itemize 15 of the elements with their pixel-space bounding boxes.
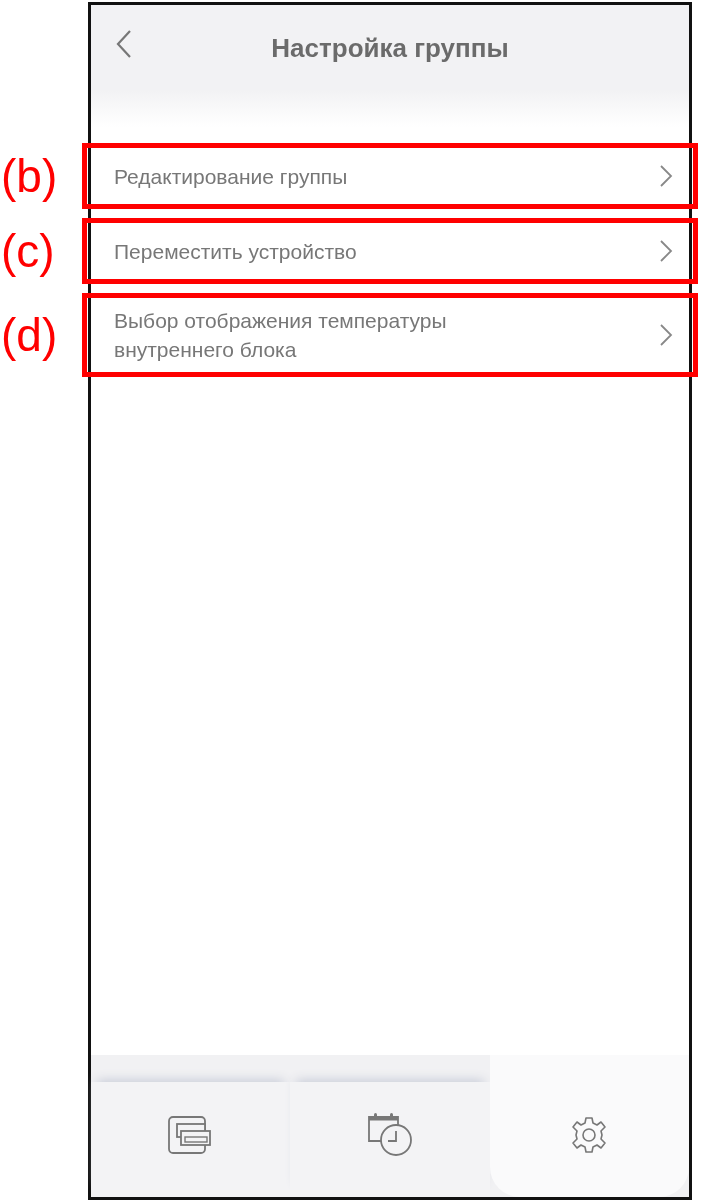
- annotation-label: (d): [1, 308, 58, 362]
- calendar-clock-icon: [367, 1112, 413, 1157]
- annotation-label: (b): [1, 149, 58, 203]
- stacked-panels-icon: [167, 1115, 214, 1154]
- annotation-label: (c): [1, 224, 55, 278]
- chevron-right-icon: [659, 323, 673, 347]
- menu-item[interactable]: Выбор отображения температуры внутреннего блока: [82, 293, 698, 377]
- menu-item[interactable]: Редактирование группы: [82, 143, 698, 209]
- tab[interactable]: [290, 1082, 490, 1197]
- chevron-right-icon: [659, 164, 673, 188]
- menu-item[interactable]: Переместить устройство: [82, 218, 698, 284]
- settings-gear-icon: [570, 1115, 609, 1154]
- tab[interactable]: [91, 1082, 291, 1197]
- screen-title: Настройка группы: [270, 33, 510, 64]
- chevron-right-icon: [659, 239, 673, 263]
